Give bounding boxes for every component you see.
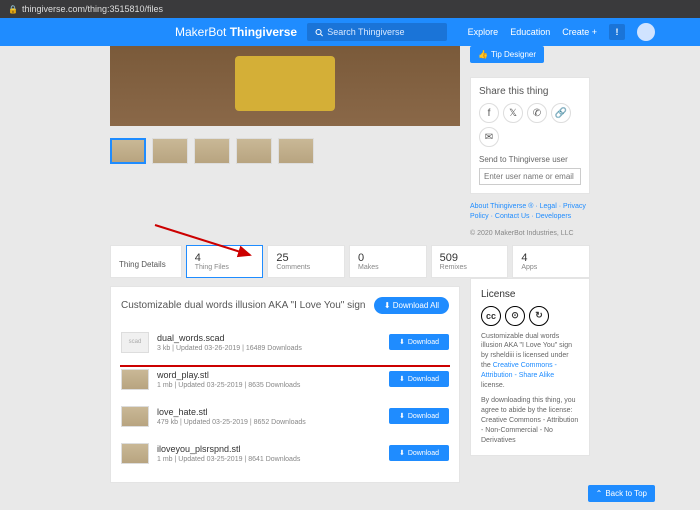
search-icon <box>315 28 323 37</box>
file-row: iloveyou_plsrspnd.stl 1 mb | Updated 03-2… <box>121 435 449 472</box>
tab-makes[interactable]: 0 Makes <box>349 245 427 278</box>
download-button[interactable]: ⬇ Download <box>389 408 449 424</box>
cc-sa-icon: ↻ <box>529 306 549 326</box>
hero-image <box>110 46 460 126</box>
file-thumb <box>121 443 149 464</box>
link-icon[interactable]: 🔗 <box>551 103 571 123</box>
search-input[interactable] <box>327 27 439 37</box>
brand-logo[interactable]: MakerBot Thingiverse <box>175 25 297 39</box>
thumbnail[interactable] <box>194 138 230 164</box>
thumbnail[interactable] <box>152 138 188 164</box>
file-thumb <box>121 406 149 427</box>
chevron-up-icon: ⌃ <box>596 489 603 498</box>
footer-links[interactable]: About Thingiverse ® · Legal · Privacy Po… <box>470 202 590 222</box>
download-button[interactable]: ⬇ Download <box>389 445 449 461</box>
nav-right: Explore Education Create + ! <box>468 23 700 41</box>
file-name: word_play.stl <box>157 370 381 380</box>
url-text: thingiverse.com/thing:3515810/files <box>22 4 163 14</box>
file-row: word_play.stl 1 mb | Updated 03-25-2019 |… <box>121 361 449 398</box>
tab-apps[interactable]: 4 Apps <box>512 245 590 278</box>
file-name: iloveyou_plsrspnd.stl <box>157 444 381 454</box>
share-title: Share this thing <box>479 86 581 97</box>
thumbs-up-icon: 👍 <box>478 50 488 59</box>
file-meta: 1 mb | Updated 03-25-2019 | 8635 Downloa… <box>157 382 381 389</box>
nav-explore[interactable]: Explore <box>468 27 499 37</box>
thumbnail[interactable] <box>278 138 314 164</box>
send-user-input[interactable] <box>479 168 581 185</box>
send-label: Send to Thingiverse user <box>479 155 581 164</box>
thumbnail[interactable] <box>236 138 272 164</box>
license-terms: By downloading this thing, you agree to … <box>481 396 579 445</box>
license-link[interactable]: Creative Commons - Attribution - Share A… <box>481 362 557 379</box>
file-meta: 3 kb | Updated 03-26-2019 | 16489 Downlo… <box>157 345 381 352</box>
license-card: License cc ⊙ ↻ Customizable dual words i… <box>470 278 590 457</box>
files-title: Customizable dual words illusion AKA "I … <box>121 300 374 311</box>
tab-comments[interactable]: 25 Comments <box>267 245 345 278</box>
copyright: © 2020 MakerBot Industries, LLC <box>470 230 590 237</box>
avatar[interactable] <box>637 23 655 41</box>
nav-education[interactable]: Education <box>510 27 550 37</box>
search-wrap[interactable] <box>307 23 447 41</box>
back-to-top-button[interactable]: ⌃ Back to Top <box>588 485 655 502</box>
nav-create[interactable]: Create + <box>562 27 597 37</box>
files-card: Customizable dual words illusion AKA "I … <box>110 286 460 483</box>
share-card: Share this thing f 𝕏 ✆ 🔗 ✉ Send to Thing… <box>470 77 590 194</box>
file-row: love_hate.stl 479 kb | Updated 03-25-2019… <box>121 398 449 435</box>
tab-remixes[interactable]: 509 Remixes <box>431 245 509 278</box>
license-text: Customizable dual words illusion AKA "I … <box>481 332 579 391</box>
top-nav: MakerBot Thingiverse Explore Education C… <box>0 18 700 46</box>
lock-icon: 🔒 <box>8 5 18 14</box>
tabs-row: Thing Details 4 Thing Files 25 Comments … <box>110 245 590 278</box>
twitter-icon[interactable]: 𝕏 <box>503 103 523 123</box>
cc-by-icon: ⊙ <box>505 306 525 326</box>
thumbnail[interactable] <box>110 138 146 164</box>
file-name: dual_words.scad <box>157 333 381 343</box>
download-button[interactable]: ⬇ Download <box>389 371 449 387</box>
tab-details[interactable]: Thing Details <box>110 245 182 278</box>
file-meta: 479 kb | Updated 03-25-2019 | 8652 Downl… <box>157 419 381 426</box>
cc-icon: cc <box>481 306 501 326</box>
whatsapp-icon[interactable]: ✆ <box>527 103 547 123</box>
file-meta: 1 mb | Updated 03-25-2019 | 8641 Downloa… <box>157 456 381 463</box>
alert-icon[interactable]: ! <box>609 24 625 40</box>
download-all-button[interactable]: ⬇ Download All <box>374 297 449 314</box>
tab-files[interactable]: 4 Thing Files <box>186 245 264 278</box>
file-thumb: scad <box>121 332 149 353</box>
download-button[interactable]: ⬇ Download <box>389 334 449 350</box>
tip-designer-button[interactable]: 👍 Tip Designer <box>470 46 544 63</box>
tip-card: 👍 Tip Designer <box>470 46 590 69</box>
file-row: scad dual_words.scad 3 kb | Updated 03-26-… <box>121 324 449 361</box>
thumbnail-row <box>110 126 460 172</box>
file-thumb <box>121 369 149 390</box>
url-bar: 🔒 thingiverse.com/thing:3515810/files <box>0 0 700 18</box>
license-title: License <box>481 289 579 300</box>
email-icon[interactable]: ✉ <box>479 127 499 147</box>
facebook-icon[interactable]: f <box>479 103 499 123</box>
file-name: love_hate.stl <box>157 407 381 417</box>
